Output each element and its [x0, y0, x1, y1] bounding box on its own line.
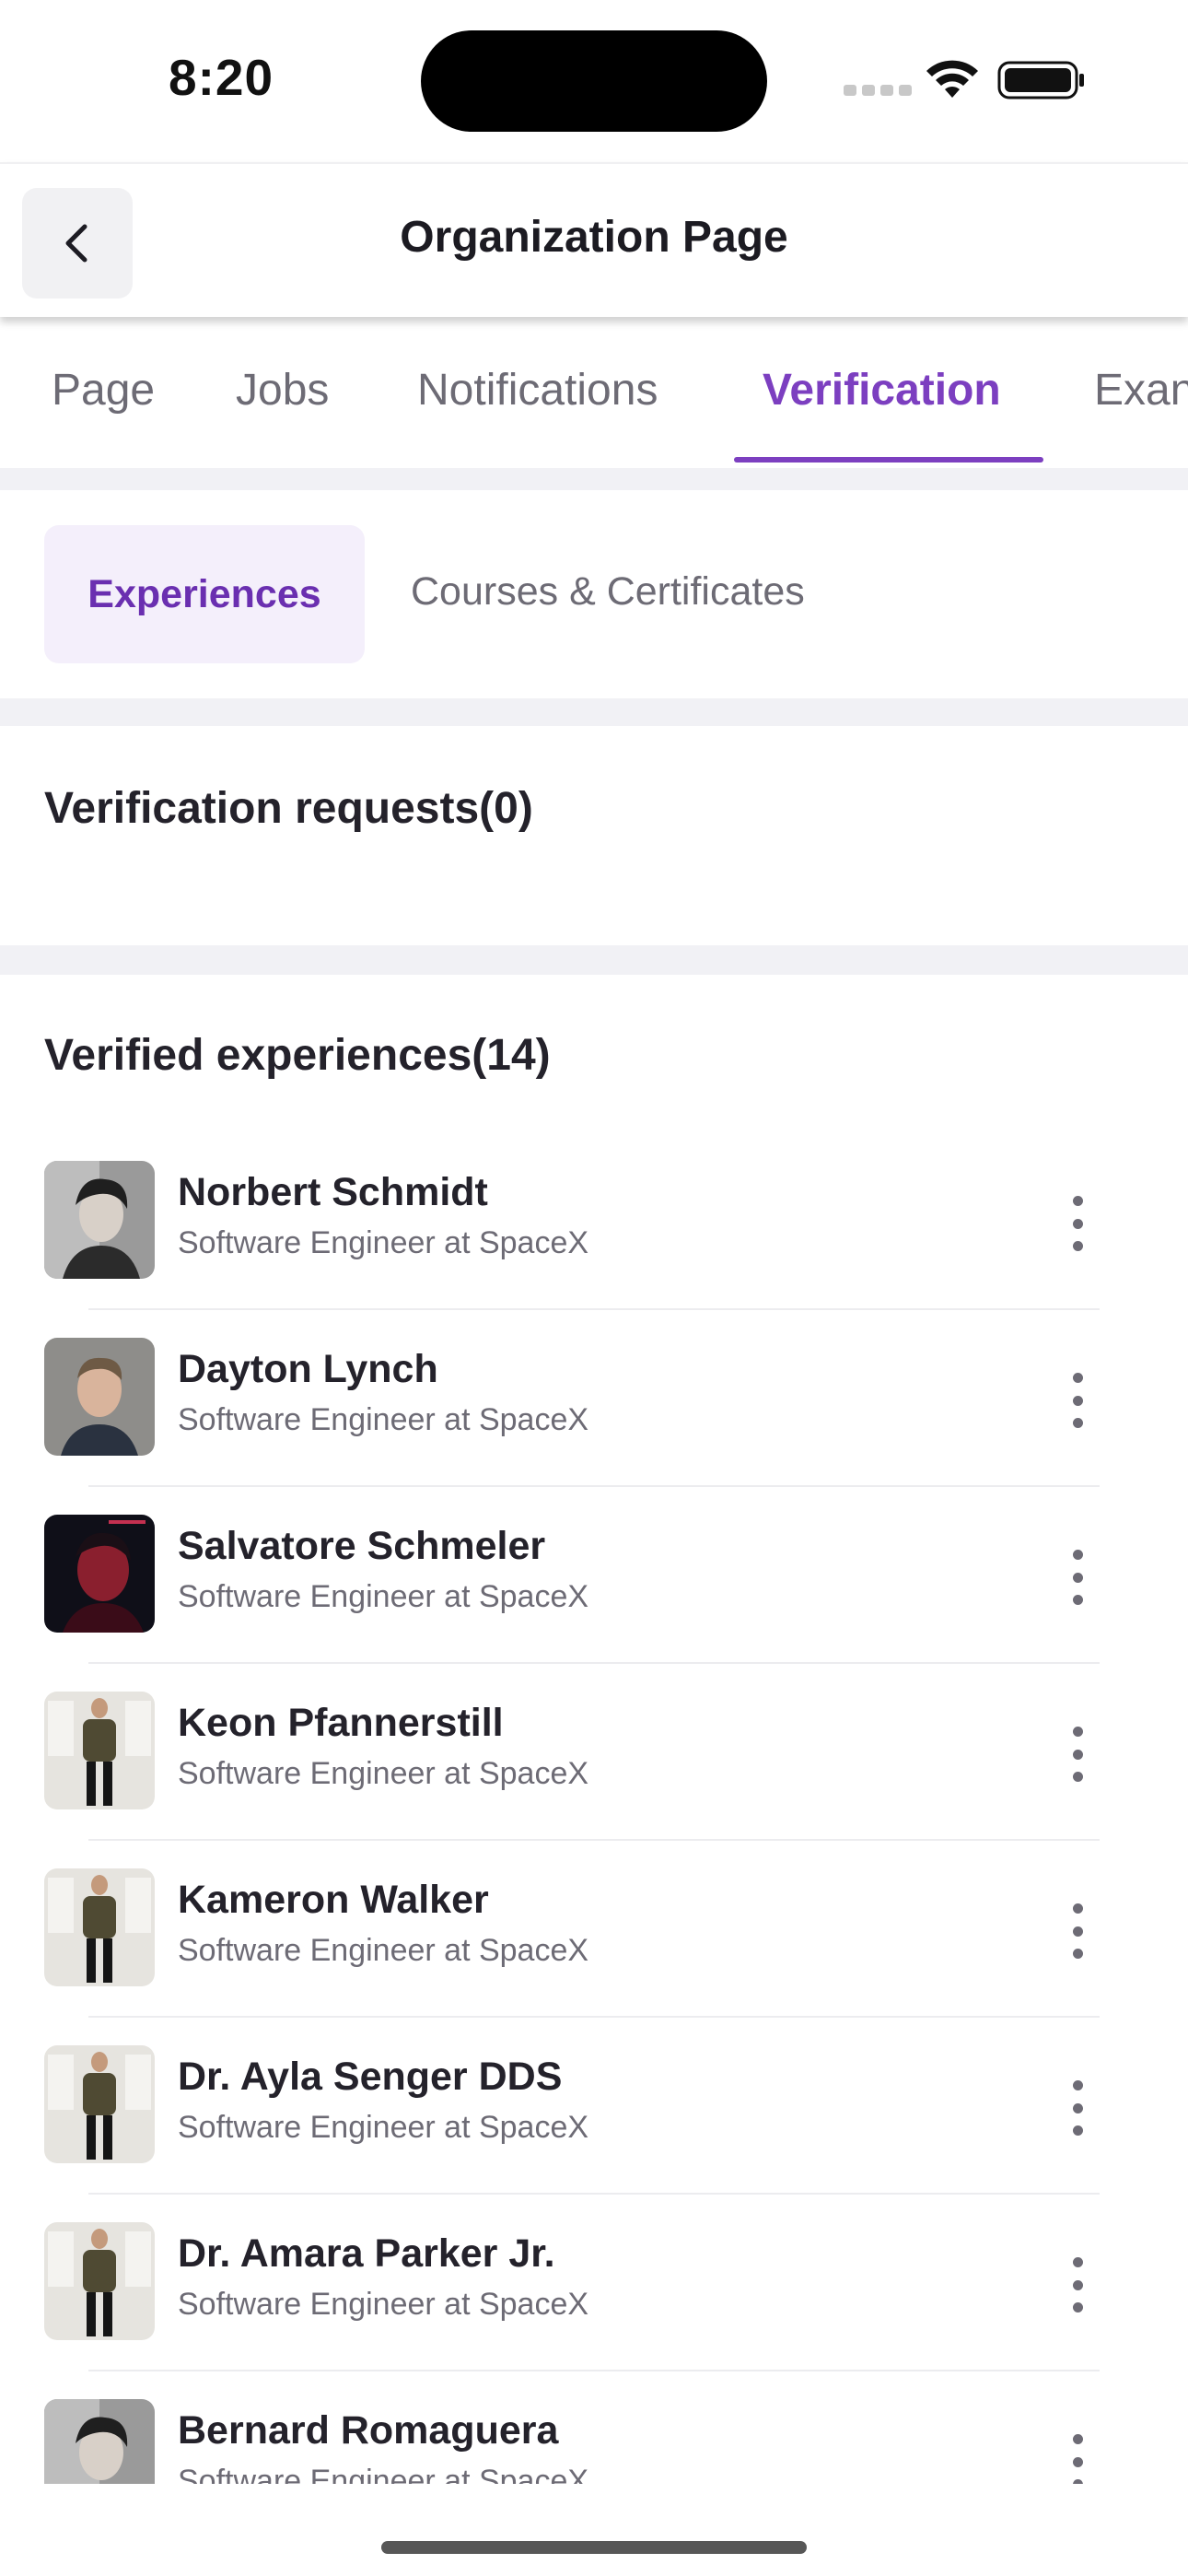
active-tab-indicator: [734, 457, 1043, 463]
cellular-signal-icon: [844, 85, 912, 96]
person-role: Software Engineer at SpaceX: [178, 1225, 589, 1260]
verified-experiences-title: Verified experiences(14): [44, 1031, 551, 1080]
person-name: Keon Pfannerstill: [178, 1701, 504, 1745]
avatar: [44, 2399, 155, 2484]
tab-notifications[interactable]: Notifications: [417, 365, 658, 416]
list-item[interactable]: Kameron Walker Software Engineer at Spac…: [0, 1841, 1188, 2018]
more-options-icon[interactable]: [1059, 1717, 1096, 1791]
list-item[interactable]: Norbert Schmidt Software Engineer at Spa…: [0, 1133, 1188, 1310]
person-name: Dayton Lynch: [178, 1347, 438, 1391]
person-name: Kameron Walker: [178, 1878, 489, 1922]
verification-requests-title: Verification requests(0): [44, 784, 533, 833]
more-options-icon[interactable]: [1059, 1187, 1096, 1260]
person-role: Software Engineer at SpaceX: [178, 2287, 589, 2322]
tab-verification[interactable]: Verification: [763, 365, 1001, 416]
more-options-icon[interactable]: [1059, 2425, 1096, 2484]
person-name: Bernard Romaguera: [178, 2408, 559, 2453]
person-role: Software Engineer at SpaceX: [178, 1402, 589, 1437]
list-item[interactable]: Bernard Romaguera Software Engineer at S…: [0, 2371, 1188, 2484]
avatar: [44, 2045, 155, 2163]
person-role: Software Engineer at SpaceX: [178, 1756, 589, 1791]
list-item[interactable]: Salvatore Schmeler Software Engineer at …: [0, 1487, 1188, 1664]
list-item[interactable]: Dr. Ayla Senger DDS Software Engineer at…: [0, 2018, 1188, 2195]
tab-page[interactable]: Page: [52, 365, 155, 416]
avatar: [44, 1515, 155, 1633]
dynamic-island: [421, 30, 767, 132]
person-name: Dr. Ayla Senger DDS: [178, 2055, 563, 2099]
battery-icon: [997, 61, 1084, 100]
status-time: 8:20: [169, 49, 274, 106]
subtab-bar: Experiences Courses & Certificates: [0, 490, 1188, 698]
person-role: Software Engineer at SpaceX: [178, 1933, 589, 1968]
more-options-icon[interactable]: [1059, 1540, 1096, 1614]
tab-exams[interactable]: Exan: [1094, 365, 1188, 416]
person-name: Norbert Schmidt: [178, 1170, 488, 1214]
verification-requests-section: Verification requests(0): [0, 726, 1188, 945]
home-indicator[interactable]: [381, 2541, 807, 2554]
avatar: [44, 1161, 155, 1279]
more-options-icon[interactable]: [1059, 1894, 1096, 1968]
person-name: Dr. Amara Parker Jr.: [178, 2231, 555, 2276]
app-header: Organization Page: [0, 162, 1188, 317]
section-divider: [0, 468, 1188, 490]
more-options-icon[interactable]: [1059, 2071, 1096, 2145]
verified-experiences-section: Verified experiences(14) Norbert Schmidt…: [0, 975, 1188, 2484]
subtab-courses-certificates[interactable]: Courses & Certificates: [411, 569, 805, 615]
list-item[interactable]: Dr. Amara Parker Jr. Software Engineer a…: [0, 2195, 1188, 2371]
person-name: Salvatore Schmeler: [178, 1524, 546, 1568]
list-item[interactable]: Keon Pfannerstill Software Engineer at S…: [0, 1664, 1188, 1841]
person-role: Software Engineer at SpaceX: [178, 2110, 589, 2145]
list-item[interactable]: Dayton Lynch Software Engineer at SpaceX: [0, 1310, 1188, 1487]
status-bar: 8:20: [0, 0, 1188, 162]
wifi-icon: [926, 60, 978, 98]
avatar: [44, 1868, 155, 1986]
page-title: Organization Page: [400, 213, 788, 262]
tab-jobs[interactable]: Jobs: [236, 365, 329, 416]
section-divider: [0, 945, 1188, 975]
person-role: Software Engineer at SpaceX: [178, 2464, 589, 2484]
person-role: Software Engineer at SpaceX: [178, 1579, 589, 1614]
more-options-icon[interactable]: [1059, 1364, 1096, 1437]
tab-bar: Page Jobs Notifications Verification Exa…: [0, 317, 1188, 468]
avatar: [44, 2222, 155, 2340]
section-divider: [0, 698, 1188, 726]
avatar: [44, 1338, 155, 1456]
avatar: [44, 1692, 155, 1809]
more-options-icon[interactable]: [1059, 2248, 1096, 2322]
subtab-experiences[interactable]: Experiences: [44, 525, 365, 663]
